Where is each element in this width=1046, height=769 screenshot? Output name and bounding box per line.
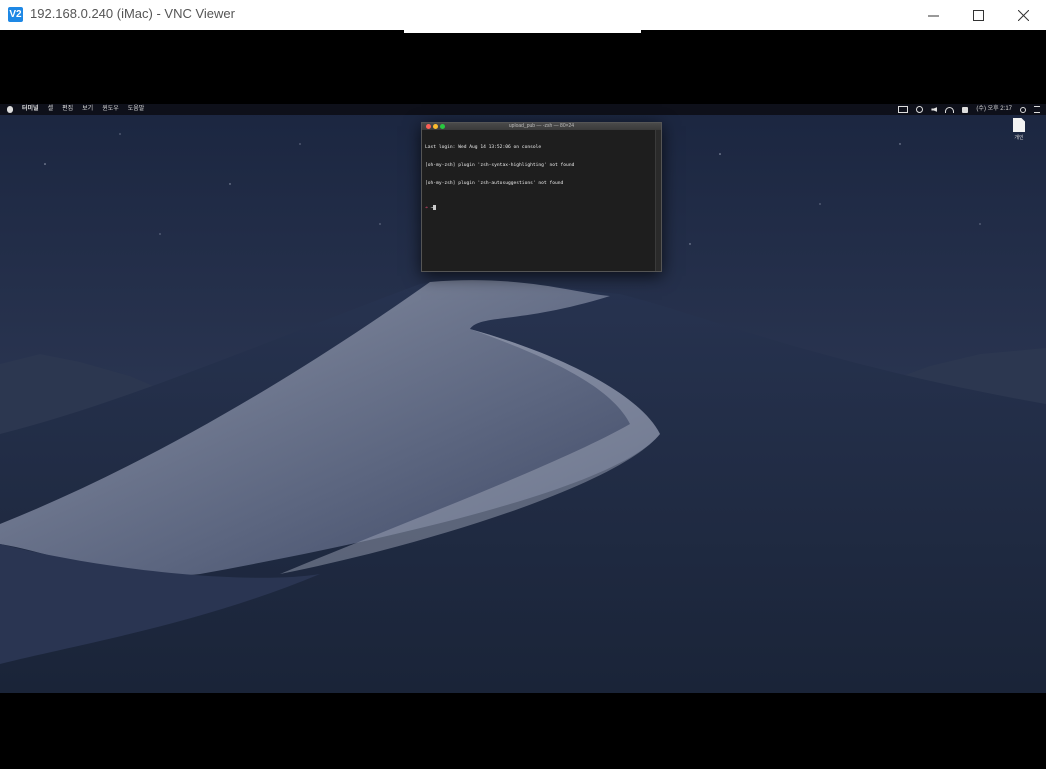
terminal-line: Last login: Wed Aug 14 13:52:06 on conso… (425, 145, 542, 150)
terminal-line: [oh-my-zsh] plugin 'zsh-syntax-highlight… (425, 163, 575, 168)
menu-shell[interactable]: 셸 (48, 104, 54, 115)
document-icon (1013, 118, 1025, 132)
remote-desktop[interactable]: 터미널 셸 편집 보기 윈도우 도움말 (수) 오후 2:17 개인 uploa… (0, 104, 1046, 693)
menubar-clock[interactable]: (수) 오후 2:17 (976, 104, 1012, 115)
vnc-toolbar-handle[interactable] (404, 30, 641, 33)
window-title: 192.168.0.240 (iMac) - VNC Viewer (30, 6, 235, 21)
menu-window[interactable]: 윈도우 (102, 104, 119, 115)
spotlight-icon[interactable] (1020, 106, 1026, 113)
maximize-button[interactable] (955, 0, 1001, 30)
sync-icon[interactable] (916, 106, 924, 113)
menu-help[interactable]: 도움말 (128, 104, 145, 115)
volume-icon[interactable] (931, 107, 938, 112)
prompt-arrow-icon: ➜ (425, 206, 428, 211)
close-icon (1017, 9, 1029, 21)
menu-view[interactable]: 보기 (82, 104, 93, 115)
terminal-window[interactable]: upload_pub — -zsh — 80×24 Last login: We… (421, 122, 662, 272)
vnc-window-titlebar[interactable]: V2 192.168.0.240 (iMac) - VNC Viewer (0, 0, 1046, 30)
minimize-button[interactable] (910, 0, 956, 30)
menu-edit[interactable]: 편집 (62, 104, 73, 115)
terminal-output[interactable]: Last login: Wed Aug 14 13:52:06 on conso… (422, 130, 661, 227)
menu-terminal[interactable]: 터미널 (22, 104, 39, 115)
terminal-prompt[interactable]: ➜ ~ (425, 205, 658, 212)
mac-menu-bar: 터미널 셸 편집 보기 윈도우 도움말 (수) 오후 2:17 (0, 104, 1046, 115)
close-button[interactable] (1000, 0, 1046, 30)
notification-center-icon[interactable] (1034, 106, 1040, 113)
text-cursor (433, 205, 437, 210)
terminal-title: upload_pub — -zsh — 80×24 (508, 123, 575, 129)
input-source-icon[interactable] (962, 106, 969, 113)
apple-menu-icon[interactable] (7, 106, 13, 113)
terminal-scrollbar[interactable] (655, 130, 661, 271)
desktop-file-label: 개인 (1014, 135, 1024, 141)
display-icon[interactable] (898, 106, 909, 113)
wifi-icon[interactable] (945, 106, 955, 113)
terminal-line: [oh-my-zsh] plugin 'zsh-autosuggestions'… (425, 181, 564, 186)
vnc-logo-icon: V2 (8, 7, 23, 22)
minimize-icon (927, 15, 939, 16)
desktop-file-icon[interactable]: 개인 (1012, 118, 1026, 146)
maximize-icon (972, 9, 984, 21)
terminal-titlebar[interactable]: upload_pub — -zsh — 80×24 (422, 123, 661, 130)
